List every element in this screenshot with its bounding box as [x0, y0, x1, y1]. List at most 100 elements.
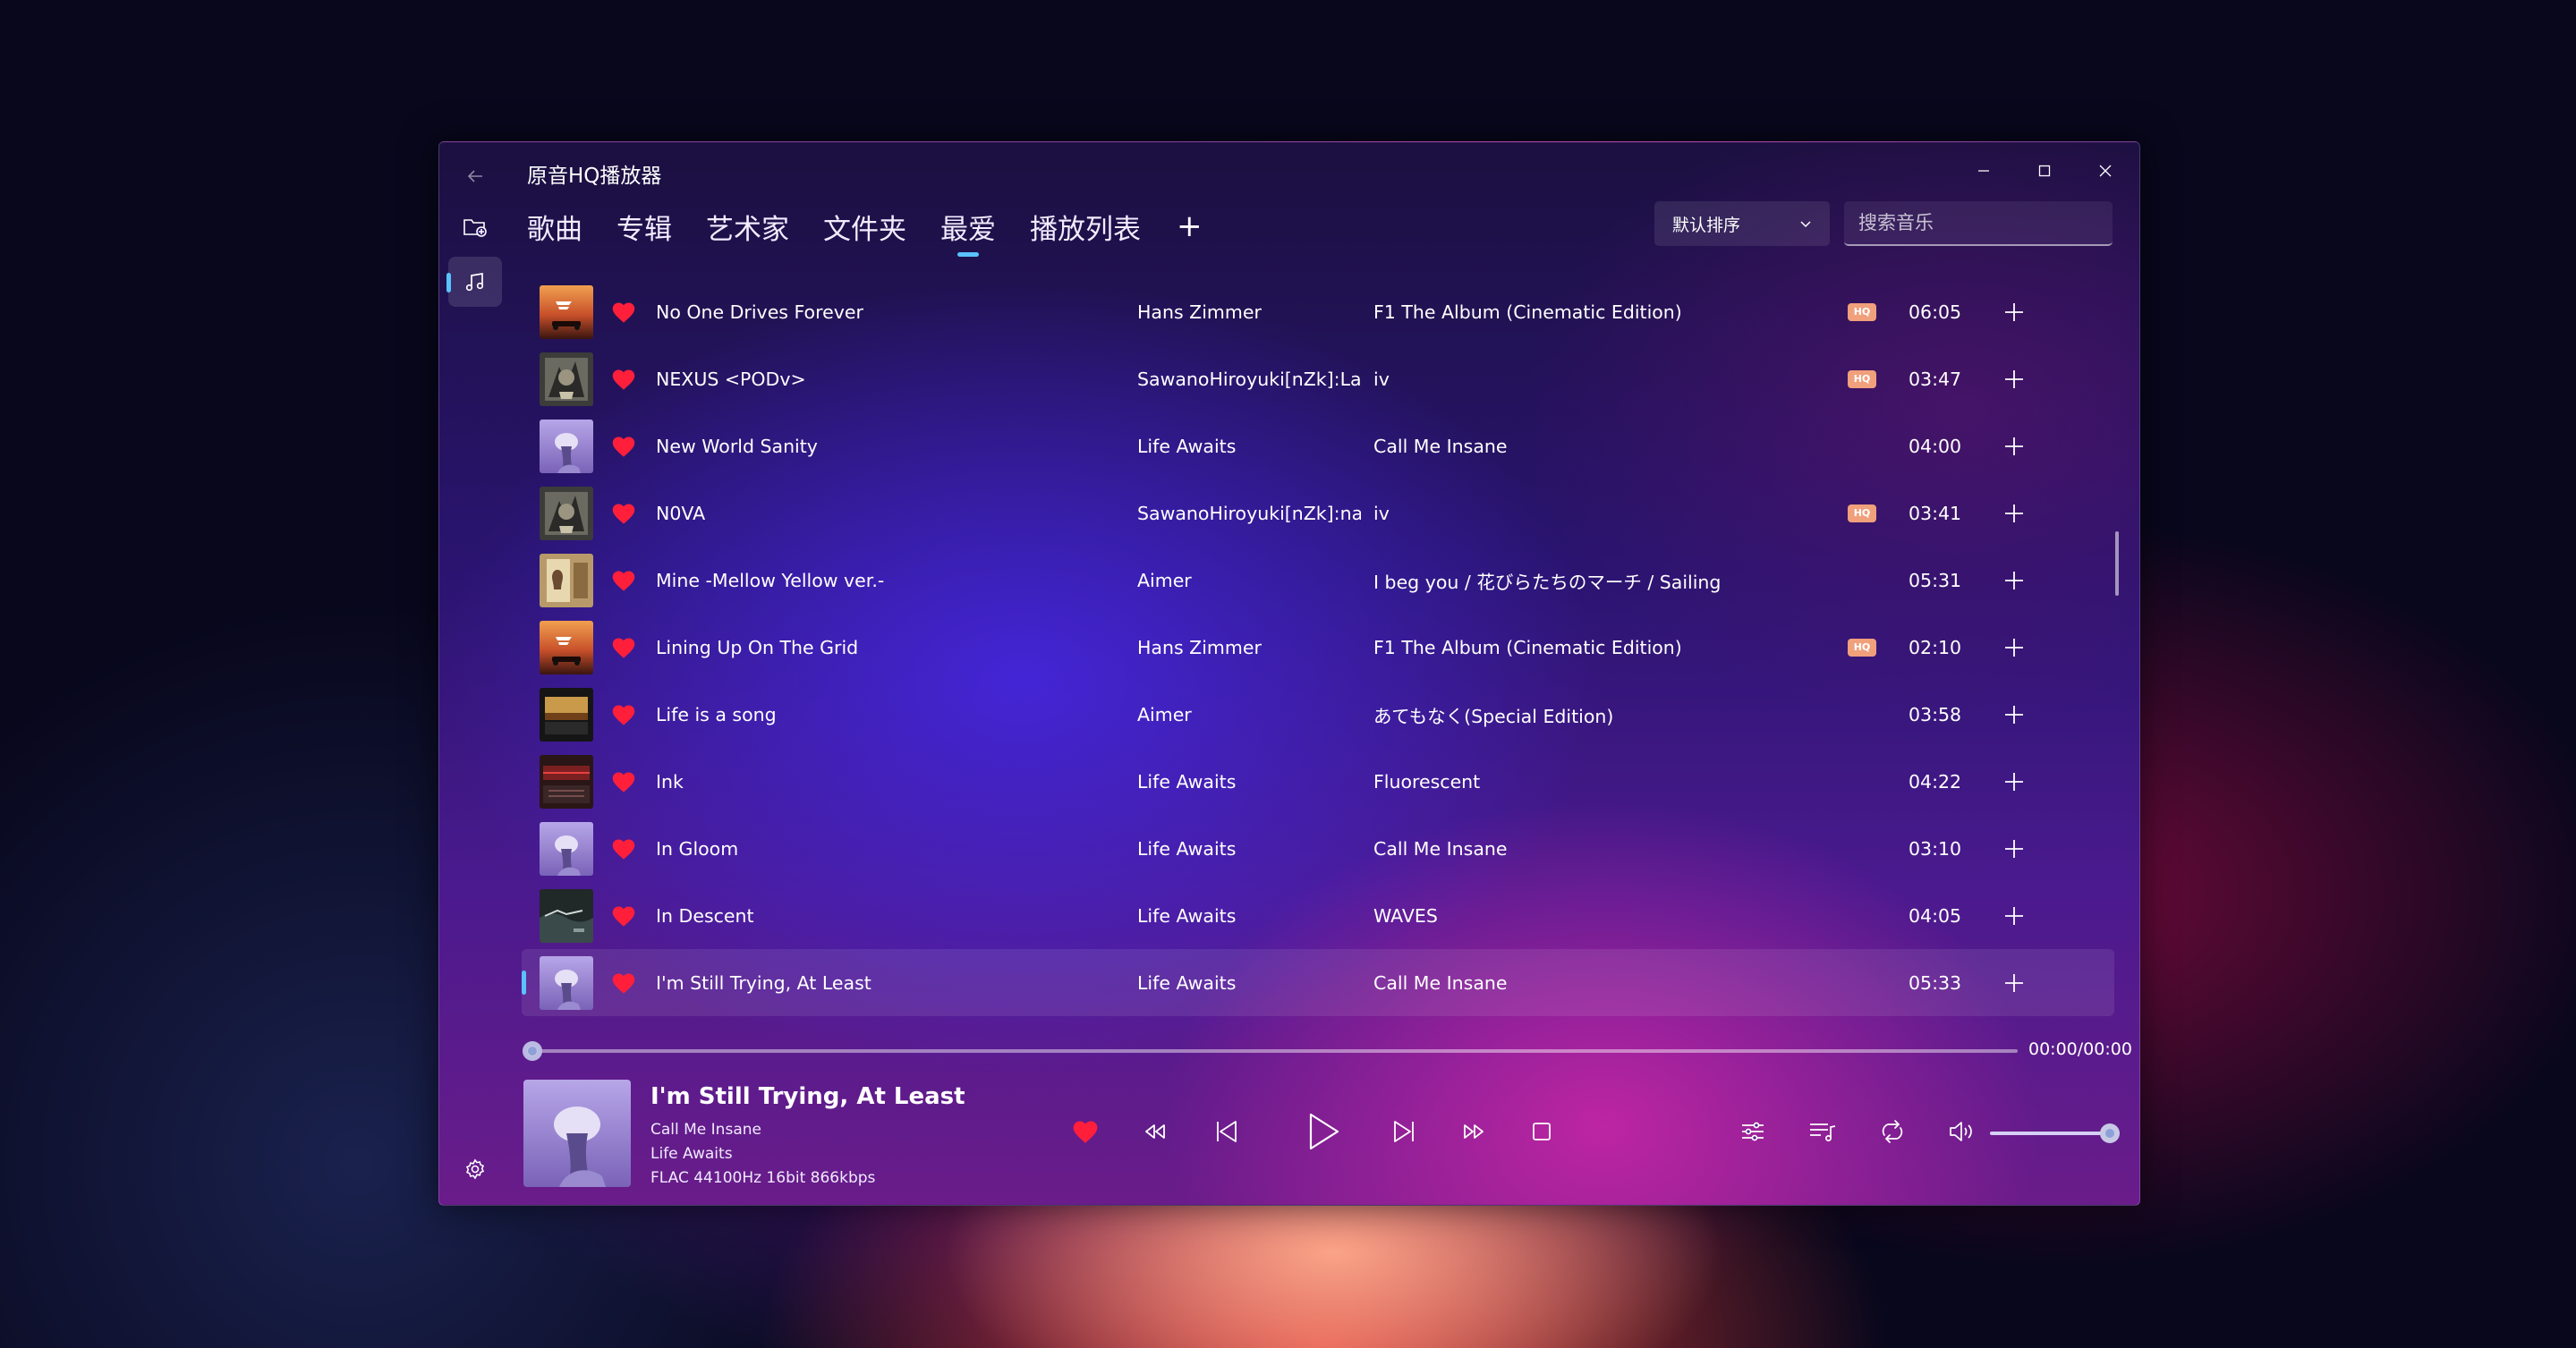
song-album[interactable]: WAVES	[1373, 905, 1839, 927]
song-artist[interactable]: Aimer	[1137, 704, 1361, 725]
repeat-button[interactable]	[1873, 1112, 1912, 1151]
volume-thumb[interactable]	[2100, 1123, 2120, 1143]
song-album[interactable]: Call Me Insane	[1373, 436, 1839, 457]
sidebar-item-music[interactable]	[446, 257, 502, 307]
song-artist[interactable]: SawanoHiroyuki[nZk]:na...	[1137, 503, 1361, 524]
song-album[interactable]: I beg you / 花びらたちのマーチ / Sailing	[1373, 567, 1839, 594]
favorite-button[interactable]	[609, 970, 638, 996]
add-to-playlist-button[interactable]	[1996, 563, 2032, 598]
plus-icon	[2005, 369, 2023, 388]
now-playing-cover[interactable]	[523, 1080, 631, 1187]
favorite-button[interactable]	[609, 835, 638, 862]
equalizer-button[interactable]	[1733, 1112, 1773, 1151]
favorite-button[interactable]	[609, 701, 638, 728]
heart-icon	[612, 369, 635, 390]
song-album[interactable]: iv	[1373, 503, 1839, 524]
song-duration: 04:05	[1909, 904, 1962, 927]
play-button[interactable]	[1297, 1105, 1350, 1158]
add-to-playlist-button[interactable]	[1996, 294, 2032, 330]
heart-icon	[612, 906, 635, 927]
add-to-playlist-button[interactable]	[1996, 496, 2032, 531]
song-row[interactable]: NEXUS <PODv> SawanoHiroyuki[nZk]:Laco iv…	[522, 345, 2114, 412]
favorite-button[interactable]	[609, 567, 638, 594]
song-artist[interactable]: SawanoHiroyuki[nZk]:Laco	[1137, 369, 1361, 390]
stop-button[interactable]	[1522, 1112, 1561, 1151]
song-album[interactable]: あてもなく(Special Edition)	[1373, 701, 1839, 728]
add-tab-button[interactable]: +	[1177, 201, 1203, 251]
tab-favorites[interactable]: 最爱	[940, 201, 996, 251]
song-artist[interactable]: Hans Zimmer	[1137, 637, 1361, 658]
song-artist[interactable]: Life Awaits	[1137, 436, 1361, 457]
add-to-playlist-button[interactable]	[1996, 764, 2032, 800]
close-button[interactable]	[2077, 151, 2134, 191]
song-row[interactable]: New World Sanity Life Awaits Call Me Ins…	[522, 412, 2114, 479]
rewind-icon	[1145, 1124, 1165, 1139]
list-scrollbar[interactable]	[2115, 531, 2119, 596]
favorite-button[interactable]	[609, 299, 638, 326]
song-artist[interactable]: Life Awaits	[1137, 905, 1361, 927]
favorite-button[interactable]	[609, 634, 638, 661]
favorite-button[interactable]	[609, 366, 638, 393]
heart-icon	[612, 504, 635, 524]
add-to-playlist-button[interactable]	[1996, 697, 2032, 733]
add-to-playlist-button[interactable]	[1996, 428, 2032, 464]
favorite-button[interactable]	[609, 768, 638, 795]
back-button[interactable]	[448, 151, 502, 201]
song-artist[interactable]: Aimer	[1137, 570, 1361, 591]
song-row[interactable]: N0VA SawanoHiroyuki[nZk]:na... iv HQ 03:…	[522, 479, 2114, 547]
song-row[interactable]: No One Drives Forever Hans Zimmer F1 The…	[522, 278, 2114, 345]
song-artist[interactable]: Hans Zimmer	[1137, 301, 1361, 323]
progress-bar[interactable]	[532, 1049, 2018, 1053]
tab-artists[interactable]: 艺术家	[706, 201, 789, 251]
minimize-button[interactable]	[1955, 151, 2012, 191]
next-track-button[interactable]	[1382, 1110, 1425, 1153]
previous-track-button[interactable]	[1205, 1110, 1248, 1153]
song-album[interactable]: F1 The Album (Cinematic Edition)	[1373, 637, 1839, 658]
album-cover	[540, 419, 593, 473]
playlist-icon	[1810, 1123, 1836, 1141]
song-album[interactable]: F1 The Album (Cinematic Edition)	[1373, 301, 1839, 323]
favorite-toggle-button[interactable]	[1066, 1112, 1105, 1151]
sort-selected-value: 默认排序	[1672, 215, 1741, 235]
sort-dropdown[interactable]: 默认排序	[1654, 201, 1830, 246]
song-row[interactable]: Ink Life Awaits Fluorescent 04:22	[522, 748, 2114, 815]
add-to-playlist-button[interactable]	[1996, 361, 2032, 397]
tab-folders[interactable]: 文件夹	[823, 201, 906, 251]
add-to-playlist-button[interactable]	[1996, 630, 2032, 666]
add-folder-button[interactable]	[448, 201, 502, 251]
song-row[interactable]: Mine -Mellow Yellow ver.- Aimer I beg yo…	[522, 547, 2114, 614]
song-row[interactable]: In Descent Life Awaits WAVES 04:05	[522, 882, 2114, 949]
music-note-icon	[465, 272, 484, 292]
tab-songs[interactable]: 歌曲	[527, 201, 582, 251]
tab-albums[interactable]: 专辑	[616, 201, 672, 251]
plus-icon	[2005, 638, 2023, 657]
settings-button[interactable]	[448, 1144, 502, 1194]
volume-slider[interactable]	[1990, 1132, 2110, 1135]
song-row[interactable]: I'm Still Trying, At Least Life Awaits C…	[522, 949, 2114, 1016]
plus-icon	[2005, 973, 2023, 992]
favorite-button[interactable]	[609, 433, 638, 460]
song-row[interactable]: Lining Up On The Grid Hans Zimmer F1 The…	[522, 614, 2114, 681]
song-artist[interactable]: Life Awaits	[1137, 838, 1361, 860]
song-artist[interactable]: Life Awaits	[1137, 972, 1361, 994]
add-to-playlist-button[interactable]	[1996, 965, 2032, 1001]
favorite-button[interactable]	[609, 903, 638, 929]
song-album[interactable]: iv	[1373, 369, 1839, 390]
progress-thumb[interactable]	[523, 1041, 542, 1061]
maximize-button[interactable]	[2016, 151, 2073, 191]
song-artist[interactable]: Life Awaits	[1137, 771, 1361, 793]
song-row[interactable]: In Gloom Life Awaits Call Me Insane 03:1…	[522, 815, 2114, 882]
rewind-button[interactable]	[1135, 1112, 1175, 1151]
play-queue-button[interactable]	[1803, 1112, 1842, 1151]
song-row[interactable]: Life is a song Aimer あてもなく(Special Editi…	[522, 681, 2114, 748]
add-to-playlist-button[interactable]	[1996, 831, 2032, 867]
song-album[interactable]: Call Me Insane	[1373, 838, 1839, 860]
tab-playlists[interactable]: 播放列表	[1030, 201, 1141, 251]
fast-forward-button[interactable]	[1454, 1112, 1493, 1151]
search-input[interactable]	[1844, 201, 2113, 246]
volume-button[interactable]	[1943, 1112, 1982, 1151]
song-album[interactable]: Call Me Insane	[1373, 972, 1839, 994]
favorite-button[interactable]	[609, 500, 638, 527]
song-album[interactable]: Fluorescent	[1373, 771, 1839, 793]
add-to-playlist-button[interactable]	[1996, 898, 2032, 934]
